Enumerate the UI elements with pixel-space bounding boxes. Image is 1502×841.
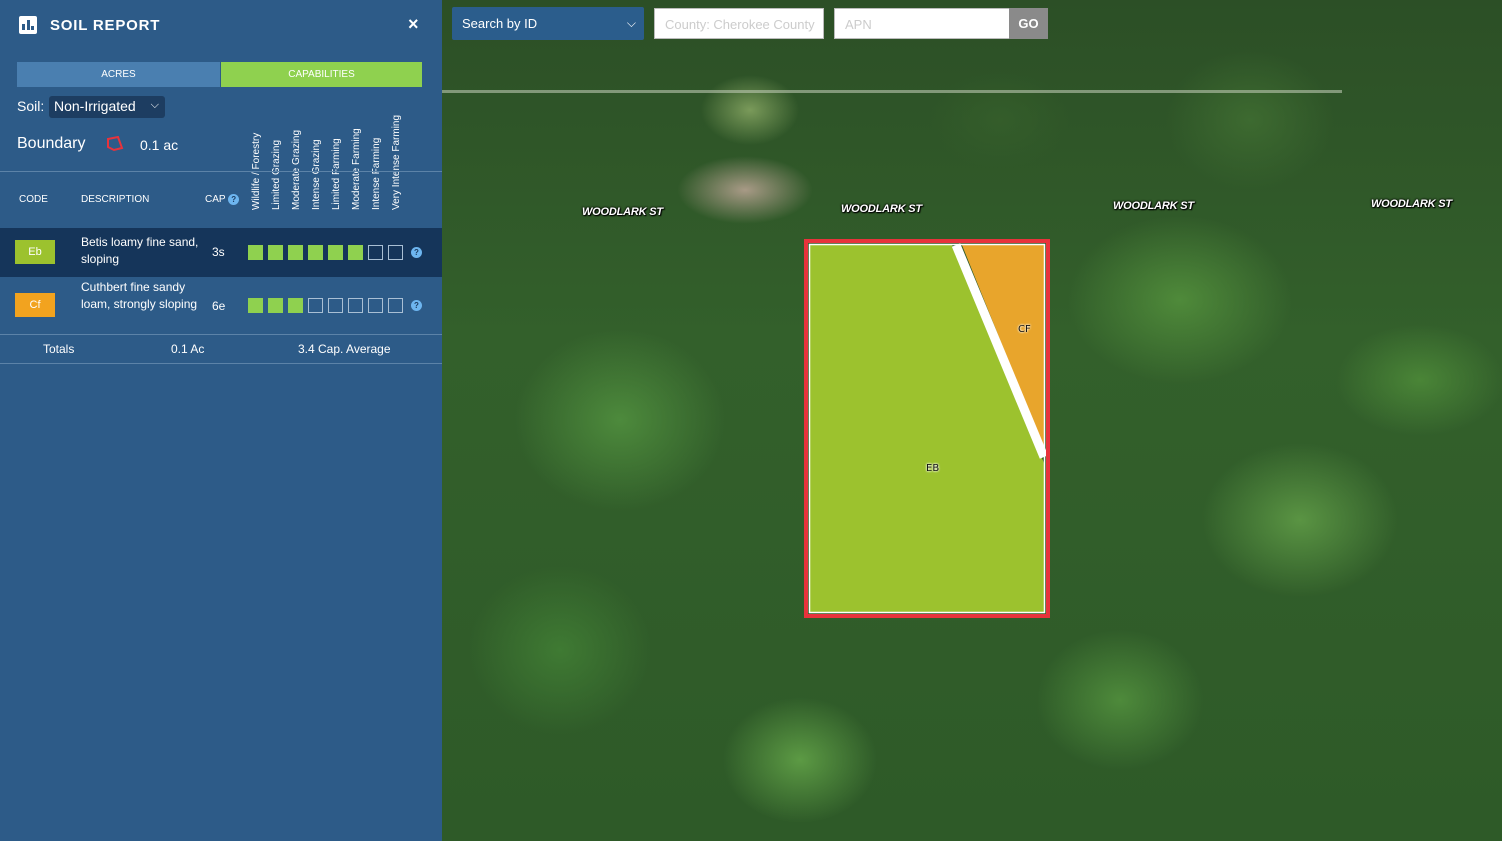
capability-header: Moderate Grazing: [291, 129, 302, 210]
capability-header: Intense Farming: [371, 137, 382, 210]
soil-cap: 6e: [212, 299, 226, 313]
totals-acres: 0.1 Ac: [171, 342, 205, 356]
totals-average: 3.4 Cap. Average: [298, 342, 391, 356]
capability-header: Very Intense Farming: [391, 114, 402, 210]
bar-chart-icon: [19, 16, 37, 34]
street-label: WOODLARK ST: [582, 206, 663, 218]
capability-square: [388, 298, 403, 313]
table-row[interactable]: Eb Betis loamy fine sand, sloping 3s ?: [0, 228, 442, 277]
tab-acres[interactable]: ACRES: [17, 62, 220, 87]
close-button[interactable]: ×: [408, 14, 419, 35]
boundary-acres: 0.1 ac: [140, 137, 179, 153]
soil-report-panel: SOIL REPORT × ACRES CAPABILITIES Soil: N…: [0, 0, 442, 841]
soil-type-value: Non-Irrigated: [54, 98, 136, 114]
street-label: WOODLARK ST: [841, 203, 922, 215]
street-label: WOODLARK ST: [1113, 200, 1194, 212]
chevron-down-icon: ⌵: [150, 99, 159, 111]
capability-square: [268, 298, 283, 313]
county-input[interactable]: County: Cherokee County: [654, 8, 824, 39]
soil-type-select[interactable]: Non-Irrigated ⌵: [49, 96, 165, 118]
capability-square: [248, 245, 263, 260]
column-header-cap: CAP ?: [205, 194, 240, 206]
soil-cap: 3s: [212, 245, 225, 259]
polygon-label-cf: CF: [1018, 324, 1031, 335]
capability-header: Limited Grazing: [271, 139, 282, 210]
capability-square: [368, 298, 383, 313]
column-header-code: CODE: [19, 194, 48, 205]
panel-title: SOIL REPORT: [50, 17, 161, 34]
panel-header: SOIL REPORT ×: [0, 0, 442, 52]
road-line: [442, 90, 1342, 93]
column-header-cap-label: CAP: [205, 194, 226, 206]
capability-headers: Wildlife / Forestry Limited Grazing Mode…: [246, 95, 416, 210]
capability-square: [288, 245, 303, 260]
totals-label: Totals: [43, 342, 75, 356]
boundary-label: Boundary: [17, 135, 86, 152]
apn-input[interactable]: APN: [834, 8, 1010, 39]
capability-header: Limited Farming: [331, 138, 342, 210]
capability-square: [348, 298, 363, 313]
capability-header: Intense Grazing: [311, 139, 322, 210]
capability-square: [248, 298, 263, 313]
street-label: WOODLARK ST: [1371, 198, 1452, 210]
divider: [0, 171, 442, 172]
capability-square: [308, 298, 323, 313]
chevron-down-icon: ⌵: [626, 16, 636, 30]
capability-squares: [248, 298, 408, 313]
soil-description: Betis loamy fine sand, sloping: [81, 235, 199, 266]
capability-square: [308, 245, 323, 260]
help-icon[interactable]: ?: [228, 194, 240, 205]
capability-square: [328, 298, 343, 313]
boundary-polygon-icon: [106, 135, 124, 157]
divider: [0, 363, 442, 364]
soil-code-badge: Eb: [15, 240, 55, 264]
capability-square: [328, 245, 343, 260]
polygon-label-eb: EB: [926, 463, 940, 474]
soil-code-badge: Cf: [15, 293, 55, 317]
search-mode-select[interactable]: Search by ID ⌵: [452, 7, 644, 40]
capability-squares: [248, 245, 408, 260]
parcel-boundary[interactable]: EB CF: [804, 239, 1050, 618]
divider: [0, 334, 442, 335]
table-row[interactable]: Cf Cuthbert fine sandy loam, strongly sl…: [0, 279, 442, 334]
capability-header: Wildlife / Forestry: [251, 132, 262, 210]
soil-description: Cuthbert fine sandy loam, strongly slopi…: [81, 280, 198, 311]
capability-square: [268, 245, 283, 260]
soil-label: Soil:: [17, 98, 45, 114]
capability-square: [348, 245, 363, 260]
help-icon[interactable]: ?: [411, 247, 422, 258]
capability-square: [388, 245, 403, 260]
search-mode-label: Search by ID: [462, 16, 538, 31]
help-icon[interactable]: ?: [411, 300, 422, 311]
capability-square: [368, 245, 383, 260]
go-button[interactable]: GO: [1009, 8, 1048, 39]
capability-square: [288, 298, 303, 313]
tab-capabilities[interactable]: CAPABILITIES: [221, 62, 422, 87]
capability-header: Moderate Farming: [351, 128, 362, 210]
column-header-description: DESCRIPTION: [81, 194, 150, 205]
